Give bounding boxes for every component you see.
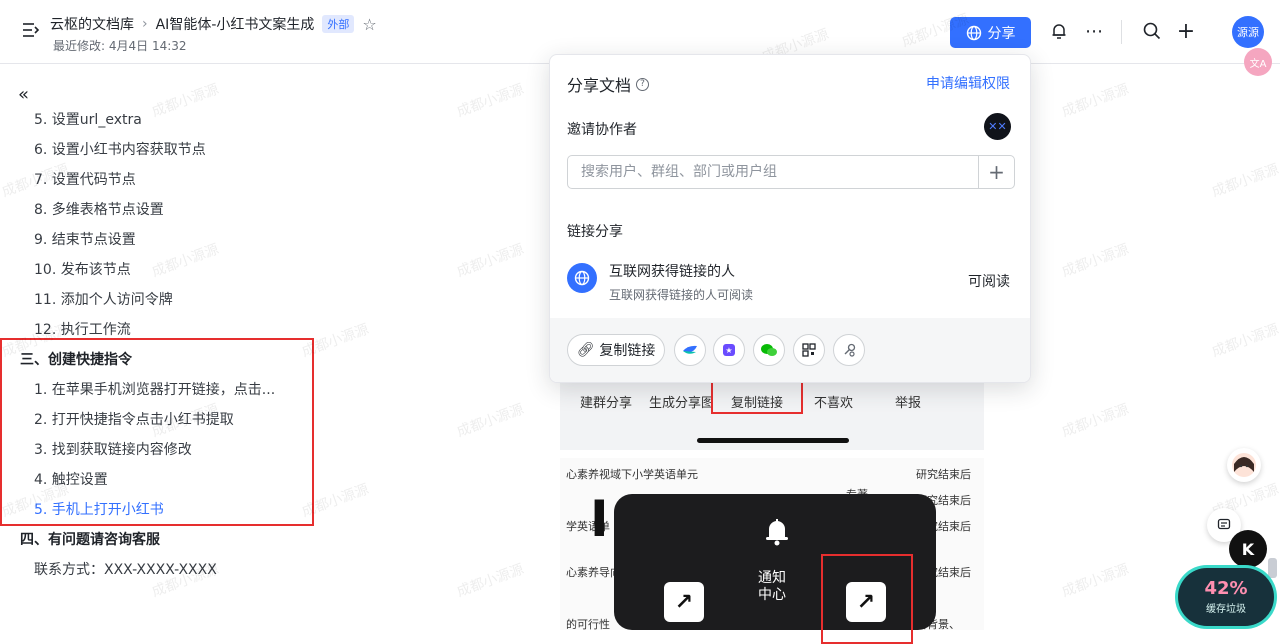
translate-icon[interactable]: 文A: [1244, 48, 1272, 76]
menu-icon[interactable]: [22, 22, 40, 38]
share-dialog-title-text: 分享文档: [567, 76, 632, 95]
toc-item[interactable]: 6. 设置小红书内容获取节点: [0, 135, 320, 165]
star-icon[interactable]: ☆: [362, 15, 376, 34]
watermark-text: 成都小源源: [1059, 241, 1131, 281]
share-bar-label: 举报: [895, 396, 922, 411]
share-dialog-footer: 🔗︎ 复制链接 ★: [550, 318, 1030, 382]
bell-icon[interactable]: [1048, 20, 1070, 42]
breadcrumb-root[interactable]: 云枢的文档库: [50, 14, 134, 34]
toc-item[interactable]: 5. 设置url_extra: [0, 105, 320, 135]
breadcrumb: 云枢的文档库 › AI智能体-小红书文案生成 外部 ☆: [50, 14, 377, 34]
notification-bell-icon: [762, 516, 792, 555]
watermark-text: 成都小源源: [1059, 81, 1131, 121]
copy-link-label: 复制链接: [599, 343, 656, 359]
toc-item[interactable]: 10. 发布该节点: [0, 255, 320, 285]
toc-item[interactable]: 8. 多维表格节点设置: [0, 195, 320, 225]
help-icon[interactable]: ?: [636, 77, 650, 91]
toc-item[interactable]: 联系方式：XXX-XXXX-XXXX: [0, 555, 320, 585]
last-modified: 最近修改: 4月4日 14:32: [53, 39, 187, 53]
globe-icon: [567, 263, 597, 293]
assistant-avatar[interactable]: [1227, 448, 1261, 482]
qrcode-icon[interactable]: [793, 334, 825, 366]
assistant-logo-icon[interactable]: K: [1229, 530, 1267, 568]
header-divider: [1121, 20, 1122, 44]
toc-item[interactable]: 9. 结束节点设置: [0, 225, 320, 255]
notification-center-label: 通知 中心: [758, 570, 786, 604]
watermark-text: 成都小源源: [1059, 561, 1131, 601]
cache-label: 缓存垃圾: [1206, 604, 1246, 615]
doc-row: 心素养导向: [566, 566, 621, 579]
wechat-icon[interactable]: [753, 334, 785, 366]
bookmark-share-icon[interactable]: ★: [713, 334, 745, 366]
svg-text:★: ★: [725, 346, 732, 355]
more-icon[interactable]: ⋯: [1083, 20, 1105, 42]
watermark-text: 成都小源源: [1059, 401, 1131, 441]
highlight-box: [0, 338, 314, 526]
link-permission-title: 互联网获得链接的人: [609, 264, 735, 280]
doc-large-glyph: I: [590, 490, 609, 548]
document-title[interactable]: AI智能体-小红书文案生成: [156, 14, 315, 34]
watermark-text: 成都小源源: [454, 561, 526, 601]
watermark-text: 成都小源源: [1209, 321, 1280, 361]
highlight-box: [821, 554, 913, 644]
link-settings-icon[interactable]: [833, 334, 865, 366]
share-bar-label: 建群分享: [580, 396, 633, 411]
external-tag: 外部: [322, 15, 355, 33]
watermark-text: 成都小源源: [1209, 161, 1280, 201]
arrow-up-right-icon: ↗: [664, 582, 704, 622]
watermark-text: 成都小源源: [454, 241, 526, 281]
share-label: 分享: [987, 25, 1016, 42]
avatar[interactable]: 源源: [1232, 16, 1264, 48]
doc-row: 心素养视域下小学英语单元: [566, 468, 698, 481]
cache-cleaner-widget[interactable]: 42% 缓存垃圾: [1178, 568, 1274, 626]
toc-item[interactable]: 四、有问题请咨询客服: [0, 525, 320, 555]
collapse-sidebar-icon[interactable]: «: [18, 84, 29, 105]
collaborator-avatar[interactable]: ✕✕: [984, 113, 1011, 140]
link-icon: 🔗︎: [576, 342, 595, 358]
feishu-share-icon[interactable]: [674, 334, 706, 366]
home-indicator: [697, 438, 849, 443]
screenshot-image-share-bar: 建群分享 生成分享图 复制链接 不喜欢 举报: [560, 380, 984, 450]
permission-level-select[interactable]: 可阅读: [968, 271, 1010, 291]
link-share-label: 链接分享: [567, 224, 623, 240]
notif-label-line: 中心: [758, 587, 786, 603]
toc-item[interactable]: 11. 添加个人访问令牌: [0, 285, 320, 315]
search-icon[interactable]: [1141, 20, 1163, 42]
scrollbar[interactable]: [1268, 558, 1277, 578]
invite-search: +: [567, 155, 1015, 189]
watermark-text: 成都小源源: [454, 401, 526, 441]
notif-label-line: 通知: [758, 570, 786, 586]
watermark-text: 成都小源源: [454, 81, 526, 121]
globe-icon: [966, 25, 981, 40]
invite-label: 邀请协作者: [567, 122, 637, 138]
toc-item[interactable]: 7. 设置代码节点: [0, 165, 320, 195]
plus-icon[interactable]: +: [1175, 19, 1197, 44]
highlight-box: [711, 380, 803, 414]
share-dialog: 分享文档 ? 申请编辑权限 邀请协作者 ✕✕ + 链接分享 互联网获得链接的人 …: [549, 54, 1031, 383]
doc-row: 的可行性: [566, 618, 610, 630]
share-bar-label: 不喜欢: [814, 396, 854, 411]
invite-search-input[interactable]: [568, 156, 979, 188]
share-dialog-title: 分享文档 ?: [567, 72, 650, 96]
phone-control-panel: 通知 中心 ↗ ↗: [614, 494, 936, 644]
cache-percent: 42%: [1204, 578, 1248, 599]
request-edit-link[interactable]: 申请编辑权限: [926, 73, 1010, 93]
share-button[interactable]: 分享: [950, 17, 1031, 48]
doc-cell: 研究结束后: [916, 468, 971, 481]
chevron-right-icon: ›: [142, 16, 148, 32]
copy-link-button[interactable]: 🔗︎ 复制链接: [567, 334, 665, 366]
add-icon[interactable]: +: [978, 156, 1014, 188]
link-permission-subtitle: 互联网获得链接的人可阅读: [609, 288, 754, 302]
